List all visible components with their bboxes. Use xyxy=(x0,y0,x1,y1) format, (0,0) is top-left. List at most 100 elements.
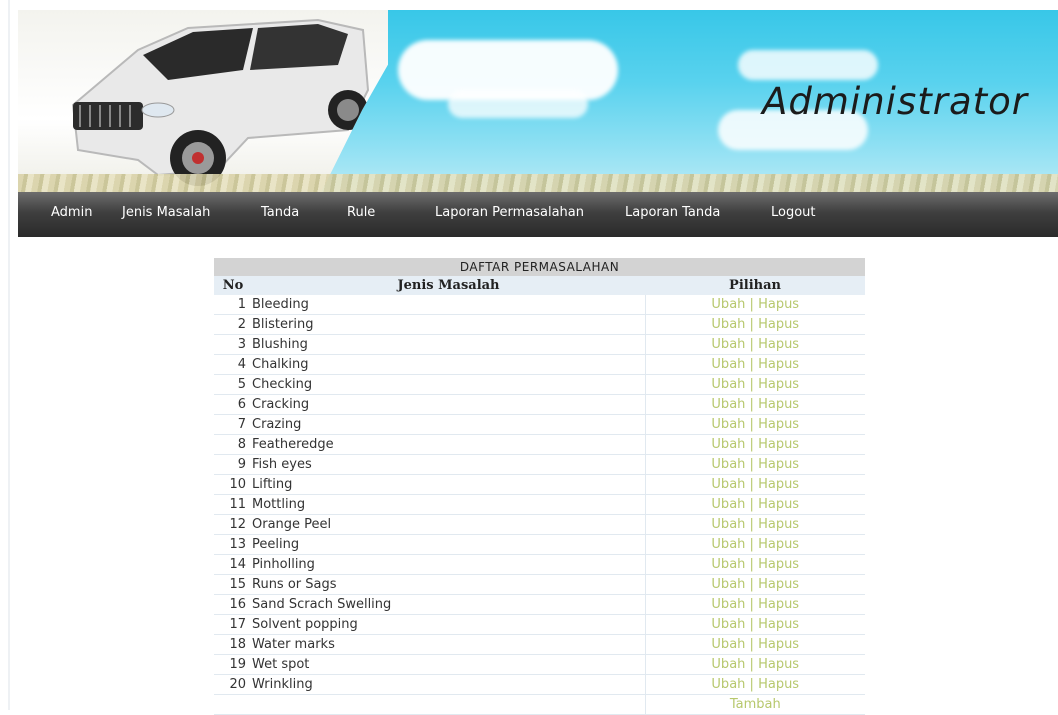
column-header-jenis-masalah: Jenis Masalah xyxy=(252,276,645,295)
edit-link[interactable]: Ubah xyxy=(711,677,745,692)
edit-link[interactable]: Ubah xyxy=(711,397,745,412)
action-separator: | xyxy=(749,357,754,372)
row-number: 14 xyxy=(214,554,252,575)
edit-link[interactable]: Ubah xyxy=(711,497,745,512)
action-separator: | xyxy=(749,517,754,532)
cloud-shape xyxy=(738,50,878,80)
row-actions: Ubah | Hapus xyxy=(645,434,866,455)
add-cell: Tambah xyxy=(645,694,866,715)
row-problem-name: Peeling xyxy=(252,534,646,555)
action-separator: | xyxy=(749,337,754,352)
add-row-empty-cell xyxy=(214,694,252,715)
row-actions: Ubah | Hapus xyxy=(645,514,866,535)
delete-link[interactable]: Hapus xyxy=(758,597,799,612)
edit-link[interactable]: Ubah xyxy=(711,637,745,652)
action-separator: | xyxy=(749,537,754,552)
table-row: 11 Mottling Ubah | Hapus xyxy=(214,494,866,515)
row-problem-name: Solvent popping xyxy=(252,614,646,635)
delete-link[interactable]: Hapus xyxy=(758,517,799,532)
row-actions: Ubah | Hapus xyxy=(645,454,866,475)
delete-link[interactable]: Hapus xyxy=(758,477,799,492)
row-problem-name: Chalking xyxy=(252,354,646,375)
nav-rule[interactable]: Rule xyxy=(347,205,375,220)
table-row: 3 Blushing Ubah | Hapus xyxy=(214,334,866,355)
edit-link[interactable]: Ubah xyxy=(711,357,745,372)
edit-link[interactable]: Ubah xyxy=(711,617,745,632)
nav-jenis-masalah[interactable]: Jenis Masalah xyxy=(122,205,210,220)
edit-link[interactable]: Ubah xyxy=(711,297,745,312)
row-problem-name: Runs or Sags xyxy=(252,574,646,595)
edit-link[interactable]: Ubah xyxy=(711,557,745,572)
delete-link[interactable]: Hapus xyxy=(758,677,799,692)
action-separator: | xyxy=(749,577,754,592)
table-row: 8 Featheredge Ubah | Hapus xyxy=(214,434,866,455)
delete-link[interactable]: Hapus xyxy=(758,537,799,552)
row-number: 18 xyxy=(214,634,252,655)
nav-laporan-tanda[interactable]: Laporan Tanda xyxy=(625,205,720,220)
edit-link[interactable]: Ubah xyxy=(711,317,745,332)
nav-tanda[interactable]: Tanda xyxy=(261,205,299,220)
table-row: 14 Pinholling Ubah | Hapus xyxy=(214,554,866,575)
edit-link[interactable]: Ubah xyxy=(711,537,745,552)
row-problem-name: Lifting xyxy=(252,474,646,495)
action-separator: | xyxy=(749,637,754,652)
main-nav: Admin Jenis Masalah Tanda Rule Laporan P… xyxy=(18,192,1058,237)
edit-link[interactable]: Ubah xyxy=(711,457,745,472)
delete-link[interactable]: Hapus xyxy=(758,617,799,632)
add-row: Tambah xyxy=(214,694,866,715)
delete-link[interactable]: Hapus xyxy=(758,317,799,332)
delete-link[interactable]: Hapus xyxy=(758,417,799,432)
edit-link[interactable]: Ubah xyxy=(711,377,745,392)
row-problem-name: Pinholling xyxy=(252,554,646,575)
delete-link[interactable]: Hapus xyxy=(758,577,799,592)
row-problem-name: Wet spot xyxy=(252,654,646,675)
row-number: 15 xyxy=(214,574,252,595)
row-problem-name: Mottling xyxy=(252,494,646,515)
row-problem-name: Wrinkling xyxy=(252,674,646,695)
row-actions: Ubah | Hapus xyxy=(645,494,866,515)
edit-link[interactable]: Ubah xyxy=(711,577,745,592)
row-number: 16 xyxy=(214,594,252,615)
delete-link[interactable]: Hapus xyxy=(758,297,799,312)
delete-link[interactable]: Hapus xyxy=(758,397,799,412)
row-actions: Ubah | Hapus xyxy=(645,414,866,435)
table-row: 10 Lifting Ubah | Hapus xyxy=(214,474,866,495)
car-image xyxy=(71,18,370,186)
row-actions: Ubah | Hapus xyxy=(645,554,866,575)
row-problem-name: Orange Peel xyxy=(252,514,646,535)
delete-link[interactable]: Hapus xyxy=(758,457,799,472)
delete-link[interactable]: Hapus xyxy=(758,657,799,672)
edit-link[interactable]: Ubah xyxy=(711,417,745,432)
action-separator: | xyxy=(749,597,754,612)
row-actions: Ubah | Hapus xyxy=(645,354,866,375)
edit-link[interactable]: Ubah xyxy=(711,517,745,532)
action-separator: | xyxy=(749,417,754,432)
row-actions: Ubah | Hapus xyxy=(645,374,866,395)
table-row: 1 Bleeding Ubah | Hapus xyxy=(214,295,866,315)
row-actions: Ubah | Hapus xyxy=(645,295,866,315)
row-problem-name: Water marks xyxy=(252,634,646,655)
action-separator: | xyxy=(749,477,754,492)
row-number: 2 xyxy=(214,314,252,335)
delete-link[interactable]: Hapus xyxy=(758,357,799,372)
edit-link[interactable]: Ubah xyxy=(711,477,745,492)
delete-link[interactable]: Hapus xyxy=(758,557,799,572)
delete-link[interactable]: Hapus xyxy=(758,437,799,452)
row-number: 7 xyxy=(214,414,252,435)
delete-link[interactable]: Hapus xyxy=(758,337,799,352)
nav-laporan-permasalahan[interactable]: Laporan Permasalahan xyxy=(435,205,584,220)
delete-link[interactable]: Hapus xyxy=(758,377,799,392)
action-separator: | xyxy=(749,677,754,692)
edit-link[interactable]: Ubah xyxy=(711,437,745,452)
edit-link[interactable]: Ubah xyxy=(711,597,745,612)
delete-link[interactable]: Hapus xyxy=(758,637,799,652)
row-number: 12 xyxy=(214,514,252,535)
nav-logout[interactable]: Logout xyxy=(771,205,816,220)
nav-admin[interactable]: Admin xyxy=(51,205,92,220)
edit-link[interactable]: Ubah xyxy=(711,657,745,672)
delete-link[interactable]: Hapus xyxy=(758,497,799,512)
page-left-rule xyxy=(8,0,10,710)
table-row: 15 Runs or Sags Ubah | Hapus xyxy=(214,574,866,595)
edit-link[interactable]: Ubah xyxy=(711,337,745,352)
action-separator: | xyxy=(749,557,754,572)
